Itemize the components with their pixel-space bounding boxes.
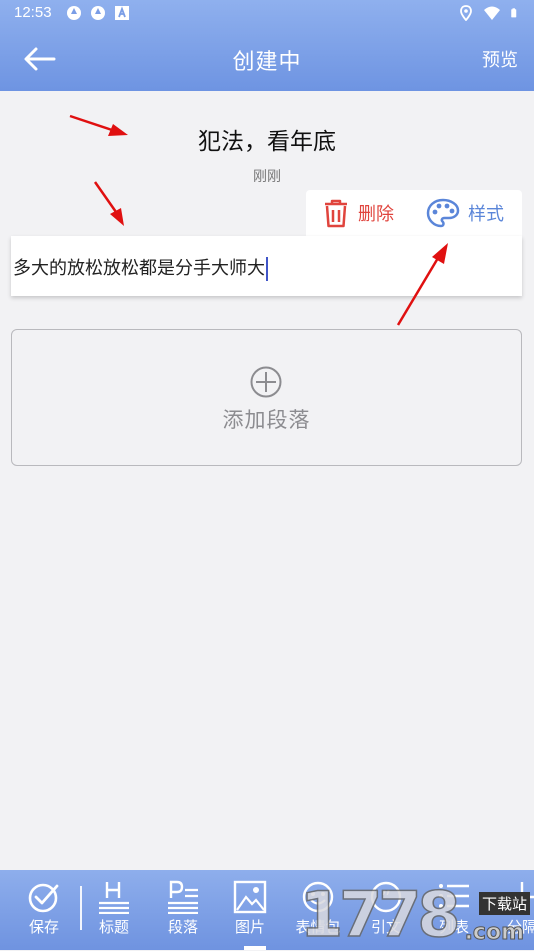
style-button[interactable]: 样式 xyxy=(426,198,504,228)
home-indicator xyxy=(244,946,266,950)
divider-icon xyxy=(507,882,534,912)
a-notification-icon xyxy=(115,6,129,20)
trash-icon xyxy=(325,199,347,228)
document-title[interactable]: 犯法，看年底 xyxy=(0,122,534,156)
toolbar-label: 标题 xyxy=(98,918,129,936)
paragraph-editor[interactable]: 多大的放松放松都是分手大师大 xyxy=(11,236,522,296)
plus-circle-icon xyxy=(250,366,282,398)
toolbar-save-button[interactable]: 保存 xyxy=(16,880,72,937)
toolbar-divider xyxy=(80,886,82,930)
toolbar-paragraph-button[interactable]: 段落 xyxy=(155,880,211,937)
palette-icon xyxy=(426,198,460,228)
text-cursor xyxy=(266,257,268,281)
location-icon xyxy=(460,5,472,21)
paragraph-icon xyxy=(168,880,198,914)
toolbar-heading-button[interactable]: 标题 xyxy=(86,880,142,937)
battery-icon xyxy=(511,8,517,18)
page-title: 创建中 xyxy=(232,50,302,75)
app-header: 12:53 创建中 预览 xyxy=(0,0,534,91)
annotation-arrow xyxy=(93,181,124,226)
bottom-toolbar: 保存 标题 段落 图片 表情包 ” 引文 列表 分隔 xyxy=(0,870,534,950)
toolbar-label: 分隔 xyxy=(506,918,534,936)
toolbar-label: 保存 xyxy=(28,918,59,936)
heading-icon xyxy=(99,882,129,914)
emoji-icon xyxy=(302,881,334,913)
quote-icon: ” xyxy=(370,881,402,913)
style-label: 样式 xyxy=(468,204,504,225)
document-timestamp: 刚刚 xyxy=(253,169,281,185)
toolbar-image-button[interactable]: 图片 xyxy=(222,880,278,937)
toolbar-list-button[interactable]: 列表 xyxy=(426,880,482,937)
paragraph-text-wrap[interactable]: 多大的放松放松都是分手大师大 xyxy=(13,254,268,281)
add-paragraph-button[interactable]: 添加段落 xyxy=(11,329,522,466)
toolbar-label: 段落 xyxy=(167,918,198,936)
list-icon xyxy=(439,884,469,908)
toolbar-label: 表情包 xyxy=(295,918,341,936)
image-icon xyxy=(233,880,267,914)
paragraph-text: 多大的放松放松都是分手大师大 xyxy=(13,258,265,279)
toolbar-divider-button[interactable]: 分隔 xyxy=(494,880,534,937)
paragraph-action-popup: 删除 样式 xyxy=(306,190,522,236)
toolbar-emoji-button[interactable]: 表情包 xyxy=(290,880,346,937)
toolbar-quote-button[interactable]: ” 引文 xyxy=(358,880,414,937)
wifi-icon xyxy=(484,6,500,20)
status-notification-icons xyxy=(66,5,130,21)
toolbar-label: 引文 xyxy=(370,918,401,936)
status-system-icons xyxy=(458,5,520,21)
delete-label: 删除 xyxy=(358,204,394,225)
app-notification-icon xyxy=(67,6,81,20)
check-circle-icon xyxy=(28,883,59,913)
delete-button[interactable]: 删除 xyxy=(322,198,394,228)
toolbar-label: 列表 xyxy=(438,918,469,936)
title-bar: 创建中 预览 xyxy=(0,36,534,84)
status-time: 12:53 xyxy=(14,4,52,21)
app-notification-icon xyxy=(91,6,105,20)
svg-text:”: ” xyxy=(381,886,391,910)
add-paragraph-label: 添加段落 xyxy=(222,408,311,432)
toolbar-label: 图片 xyxy=(234,918,265,936)
preview-button[interactable]: 预览 xyxy=(482,46,518,72)
status-bar: 12:53 xyxy=(0,0,534,28)
